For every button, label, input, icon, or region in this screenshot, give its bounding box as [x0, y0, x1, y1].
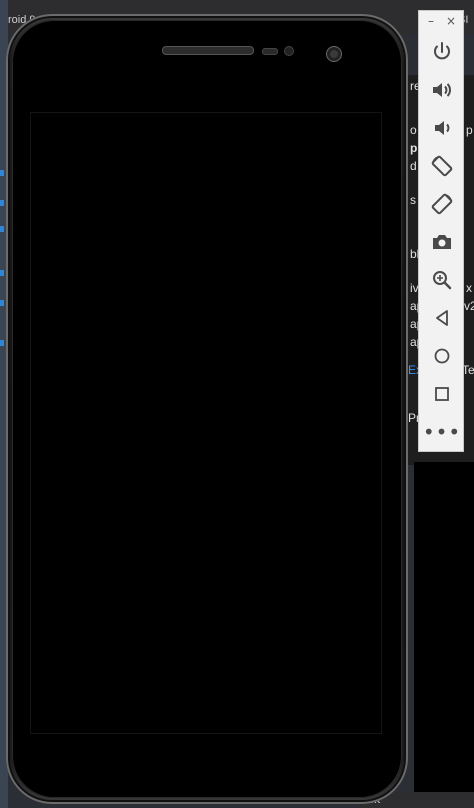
- code-text: s: [410, 193, 416, 207]
- overview-button[interactable]: [429, 381, 455, 407]
- volume-up-button[interactable]: [429, 77, 455, 103]
- power-icon: [434, 42, 450, 60]
- screenshot-button[interactable]: [429, 229, 455, 255]
- ide-left-marker: [0, 300, 4, 306]
- code-text: v2: [464, 299, 474, 313]
- rotate-left-button[interactable]: [429, 153, 455, 179]
- proximity-sensor: [262, 48, 278, 55]
- rotate-right-button[interactable]: [429, 191, 455, 217]
- rotate-left-icon: [431, 155, 453, 177]
- volume-down-icon: [435, 121, 450, 135]
- ide-left-marker: [0, 270, 4, 276]
- camera-icon: [433, 235, 451, 249]
- volume-down-button[interactable]: [429, 115, 455, 141]
- ide-left-marker: [0, 170, 4, 176]
- more-dots-icon: •••: [422, 420, 462, 444]
- emulator-screen[interactable]: [30, 112, 382, 734]
- code-text: p: [466, 123, 473, 137]
- ide-left-marker: [0, 200, 4, 206]
- home-circle-icon: [434, 348, 450, 364]
- ide-left-marker: [0, 340, 4, 346]
- code-text: d: [410, 159, 417, 173]
- overview-square-icon: [435, 387, 449, 401]
- close-button[interactable]: ×: [443, 13, 459, 29]
- front-camera: [326, 46, 342, 62]
- light-sensor: [284, 46, 294, 56]
- zoom-in-icon: [433, 271, 452, 290]
- code-text: x: [466, 281, 472, 295]
- minimize-button[interactable]: –: [423, 13, 439, 29]
- zoom-button[interactable]: [429, 267, 455, 293]
- home-button[interactable]: [429, 343, 455, 369]
- code-text: o: [410, 123, 417, 137]
- ide-dark-region: [414, 462, 474, 808]
- rotate-right-icon: [431, 193, 453, 215]
- emulator-toolbar: – × •••: [418, 10, 464, 452]
- earpiece-speaker: [162, 46, 254, 55]
- phone-frame: [6, 14, 408, 804]
- more-button[interactable]: •••: [423, 419, 460, 445]
- back-triangle-icon: [436, 310, 448, 326]
- volume-up-icon: [433, 83, 451, 97]
- back-button[interactable]: [429, 305, 455, 331]
- power-button[interactable]: [429, 39, 455, 65]
- ide-left-marker: [0, 226, 4, 232]
